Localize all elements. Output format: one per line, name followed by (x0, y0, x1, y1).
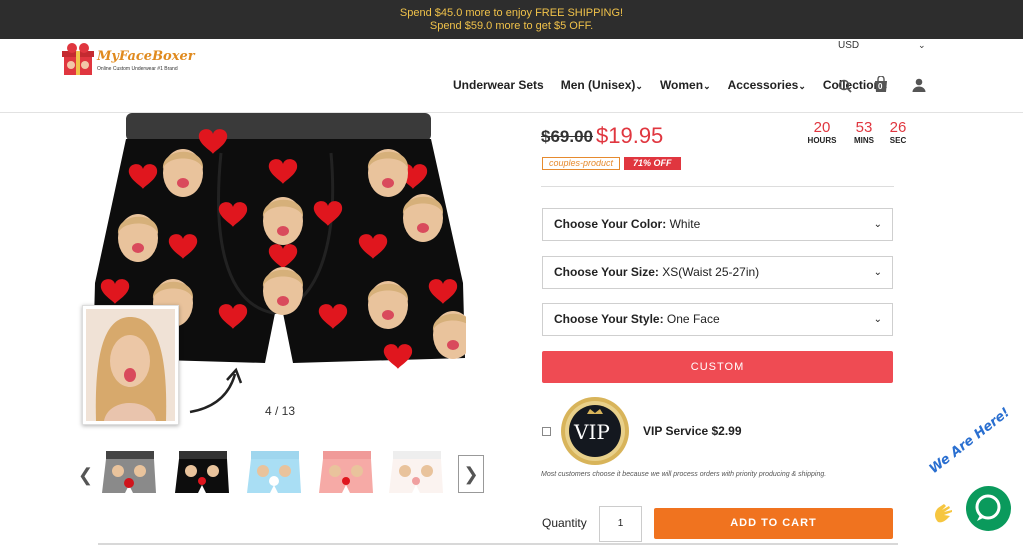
select-label: Choose Your Color: (554, 217, 667, 231)
select-label: Choose Your Style: (554, 312, 664, 326)
account-icon[interactable] (912, 78, 926, 97)
discount-badge: 71% OFF (624, 157, 681, 170)
promo-text: more to get $5 OFF. (492, 20, 594, 32)
countdown-label: SEC (889, 136, 907, 145)
nav-underwear-sets[interactable]: Underwear Sets (453, 78, 544, 92)
chevron-down-icon: ⌄ (873, 219, 882, 230)
divider (541, 186, 894, 187)
chat-banner: We Are Here! (926, 405, 1013, 477)
cart-icon[interactable]: 0 (873, 75, 889, 93)
nav-label: Women (659, 78, 704, 92)
countdown-hours: 20 HOURS (803, 119, 841, 145)
chevron-down-icon: ⌄ (873, 267, 882, 278)
select-label: Choose Your Size: (554, 265, 659, 279)
promo-text: Spend (399, 7, 435, 19)
nav-label: Men (Unisex) (560, 78, 636, 92)
main-nav: Underwear Sets Men (Unisex)⌄ Women⌄ Acce… (453, 78, 888, 92)
brand-tagline: Online Custom Underwear #1 Brand (97, 66, 178, 72)
size-select[interactable]: Choose Your Size: XS(Waist 25-27in) ⌄ (542, 256, 893, 289)
countdown-value: 26 (889, 119, 907, 136)
countdown-value: 20 (813, 119, 831, 136)
brand-name: MyFaceBoxer (97, 49, 195, 64)
nav-accessories[interactable]: Accessories⌄ (728, 78, 806, 92)
sale-price: $19.95 (596, 123, 664, 148)
nav-women[interactable]: Women⌄ (660, 78, 711, 92)
select-value: White (669, 217, 701, 231)
vip-note: Most customers choose it because we will… (541, 471, 827, 478)
countdown-timer: 20 HOURS 53 MINS 26 SEC (803, 119, 909, 145)
quantity-label: Quantity (542, 516, 587, 530)
arrow-icon (189, 367, 243, 414)
category-tag[interactable]: couples-product (542, 157, 621, 170)
style-select[interactable]: Choose Your Style: One Face ⌄ (542, 303, 893, 336)
chevron-down-icon: ⌄ (873, 314, 882, 325)
cart-count: 0 (878, 82, 883, 91)
chevron-down-icon: ⌄ (798, 81, 806, 91)
gift-box-icon (62, 43, 94, 75)
thumbnail[interactable] (173, 449, 231, 499)
thumbnail[interactable] (387, 449, 445, 499)
thumbnail-strip: ❮ ❯ (78, 449, 488, 503)
select-value: XS(Waist 25-27in) (662, 265, 760, 279)
chevron-down-icon: ⌄ (918, 40, 926, 50)
face-preview-photo (82, 305, 179, 425)
nav-men[interactable]: Men (Unisex)⌄ (561, 78, 643, 92)
chevron-down-icon: ⌄ (703, 81, 711, 91)
chat-bubble-icon (975, 494, 1001, 521)
promo-amount: $59.0 (464, 20, 493, 32)
add-to-cart-button[interactable]: ADD TO CART (654, 508, 893, 539)
vip-badge-text: VIP (574, 420, 610, 444)
chat-button[interactable] (966, 486, 1011, 531)
gallery-counter: 4 / 13 (265, 404, 296, 418)
promo-discount: Spend $59.0 more to get $5 OFF. (0, 20, 1023, 33)
promo-text: Spend (429, 20, 465, 32)
original-price: $69.00 (541, 127, 593, 146)
quantity-field[interactable]: 1 (599, 506, 642, 542)
nav-label: Accessories (727, 78, 799, 92)
promo-text: more to enjoy FREE SHIPPING! (462, 7, 624, 19)
vip-badge: VIP (558, 396, 632, 466)
currency-selector[interactable]: USD ⌄ (838, 40, 928, 51)
site-header: MyFaceBoxer Online Custom Underwear #1 B… (0, 39, 1023, 113)
currency-value: USD (838, 40, 860, 51)
chevron-right-icon[interactable]: ❯ (458, 455, 484, 493)
product-tags: couples-product 71% OFF (542, 157, 681, 170)
waving-hand-icon (935, 504, 952, 523)
countdown-sec: 26 SEC (887, 119, 909, 145)
vip-service-label: VIP Service $2.99 (643, 424, 742, 438)
search-icon[interactable] (838, 79, 852, 98)
select-value: One Face (666, 312, 720, 326)
countdown-value: 53 (855, 119, 873, 136)
countdown-mins: 53 MINS (849, 119, 879, 145)
promo-bar: Spend $45.0 more to enjoy FREE SHIPPING!… (0, 0, 1023, 39)
thumbnail[interactable] (245, 449, 303, 499)
face-photo (86, 309, 175, 421)
countdown-label: HOURS (807, 136, 837, 145)
chevron-left-icon[interactable]: ❮ (78, 465, 93, 486)
color-select[interactable]: Choose Your Color: White ⌄ (542, 208, 893, 241)
promo-amount: $45.0 (434, 7, 463, 19)
countdown-label: MINS (854, 136, 874, 145)
chevron-down-icon: ⌄ (635, 81, 643, 91)
vip-checkbox[interactable] (542, 427, 551, 436)
logo[interactable]: MyFaceBoxer Online Custom Underwear #1 B… (58, 41, 195, 77)
custom-button[interactable]: CUSTOM (542, 351, 893, 383)
thumbnail[interactable] (317, 449, 375, 499)
thumbnail[interactable] (100, 449, 158, 499)
promo-shipping: Spend $45.0 more to enjoy FREE SHIPPING! (0, 7, 1023, 20)
